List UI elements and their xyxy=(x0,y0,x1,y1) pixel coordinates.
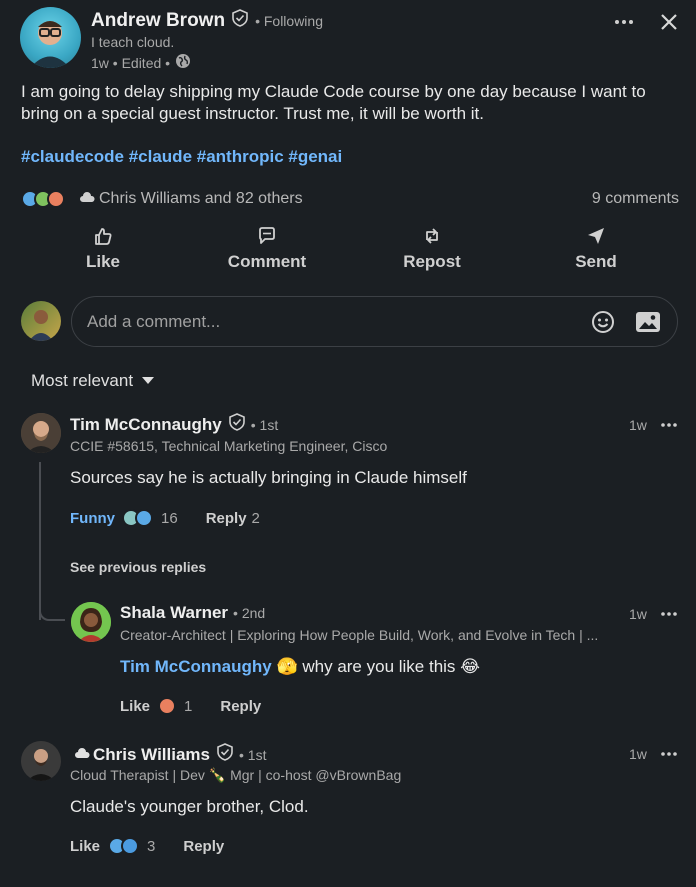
comment-author-headline: CCIE #58615, Technical Marketing Enginee… xyxy=(70,438,388,454)
connection-degree: • 1st xyxy=(250,416,279,433)
funny-reaction-label[interactable]: Funny xyxy=(70,510,115,527)
reply-button[interactable]: Reply xyxy=(220,698,261,715)
comment-text: Sources say he is actually bringing in C… xyxy=(70,468,467,487)
post-hashtags[interactable]: #claudecode #claude #anthropic #genai xyxy=(21,147,342,167)
thread-line xyxy=(39,462,41,620)
mention-link[interactable]: Tim McConnaughy xyxy=(120,657,272,676)
comments-count[interactable]: 9 comments xyxy=(592,190,679,208)
author-name[interactable]: Andrew Brown xyxy=(91,10,225,32)
author-headline: I teach cloud. xyxy=(91,34,175,50)
more-options-icon[interactable] xyxy=(613,12,635,32)
comment-input[interactable]: Add a comment... xyxy=(71,296,678,347)
reaction-icons[interactable] xyxy=(108,837,140,855)
comment-input-placeholder: Add a comment... xyxy=(87,312,221,331)
close-icon[interactable] xyxy=(659,12,679,32)
reaction-icons[interactable] xyxy=(21,190,65,208)
chris-avatar[interactable] xyxy=(21,741,61,781)
like-button[interactable]: Like xyxy=(70,838,100,855)
image-icon[interactable] xyxy=(635,310,661,334)
cloud-icon xyxy=(74,746,90,764)
connection-degree: • 1st xyxy=(239,746,267,763)
author-avatar[interactable] xyxy=(20,7,81,68)
send-button[interactable]: Send xyxy=(536,226,656,272)
like-button[interactable]: Like xyxy=(120,698,150,715)
globe-icon xyxy=(175,53,191,72)
shala-avatar[interactable] xyxy=(71,602,111,642)
emoji-icon[interactable] xyxy=(591,310,615,334)
sort-label: Most relevant xyxy=(31,371,134,390)
current-user-avatar xyxy=(21,301,61,341)
like-reaction-icon xyxy=(135,509,153,527)
reaction-icons[interactable] xyxy=(158,697,177,715)
caret-down-icon xyxy=(142,372,155,390)
comment-author-name[interactable]: Chris Williams xyxy=(93,745,210,765)
comment-author-name[interactable]: Tim McConnaughy xyxy=(70,415,222,435)
comment-text: Claude's younger brother, Clod. xyxy=(70,797,309,816)
comment-button[interactable]: Comment xyxy=(207,226,327,272)
reaction-count: 16 xyxy=(161,509,178,527)
cloud-icon xyxy=(79,190,95,208)
comment-author-headline: Cloud Therapist | Dev 🍾 Mgr | co-host @v… xyxy=(70,767,402,783)
repost-button[interactable]: Repost xyxy=(372,226,492,272)
thread-connector xyxy=(39,605,65,621)
thumbs-up-icon xyxy=(95,228,112,245)
repost-icon xyxy=(426,228,438,244)
tim-avatar[interactable] xyxy=(21,413,61,453)
sort-dropdown[interactable]: Most relevant xyxy=(31,371,155,391)
reply-text: 🫣 why are you like this 😂 xyxy=(271,657,481,676)
comment-time: 1w xyxy=(629,746,647,762)
verified-shield-icon xyxy=(231,9,249,32)
post-text: I am going to delay shipping my Claude C… xyxy=(21,82,646,123)
reply-button[interactable]: Reply xyxy=(206,510,247,527)
reaction-count: 3 xyxy=(147,837,156,855)
connection-degree: • 2nd xyxy=(233,605,266,621)
comment-icon xyxy=(259,227,275,244)
love-reaction-icon xyxy=(47,190,65,208)
send-icon xyxy=(588,228,604,244)
reply-count: 2 xyxy=(251,509,260,527)
like-button[interactable]: Like xyxy=(43,226,163,272)
reaction-count: 1 xyxy=(184,697,193,715)
reply-author-name[interactable]: Shala Warner xyxy=(120,603,228,623)
reply-button[interactable]: Reply xyxy=(183,838,224,855)
more-options-icon[interactable] xyxy=(660,417,678,433)
love-reaction-icon xyxy=(158,697,177,715)
comment-time: 1w xyxy=(629,417,647,433)
more-options-icon[interactable] xyxy=(660,606,678,622)
more-options-icon[interactable] xyxy=(660,746,678,762)
post-meta: 1w • Edited • xyxy=(91,54,171,71)
reply-time: 1w xyxy=(629,606,647,622)
verified-shield-icon xyxy=(228,413,246,436)
reactions-summary[interactable]: Chris Williams and 82 others xyxy=(99,190,303,208)
verified-shield-icon xyxy=(216,743,234,766)
reaction-icons[interactable] xyxy=(122,509,153,527)
like-reaction-icon xyxy=(121,837,140,855)
reply-author-headline: Creator-Architect | Exploring How People… xyxy=(120,627,599,643)
see-previous-replies[interactable]: See previous replies xyxy=(70,559,206,575)
following-status: • Following xyxy=(255,12,323,29)
